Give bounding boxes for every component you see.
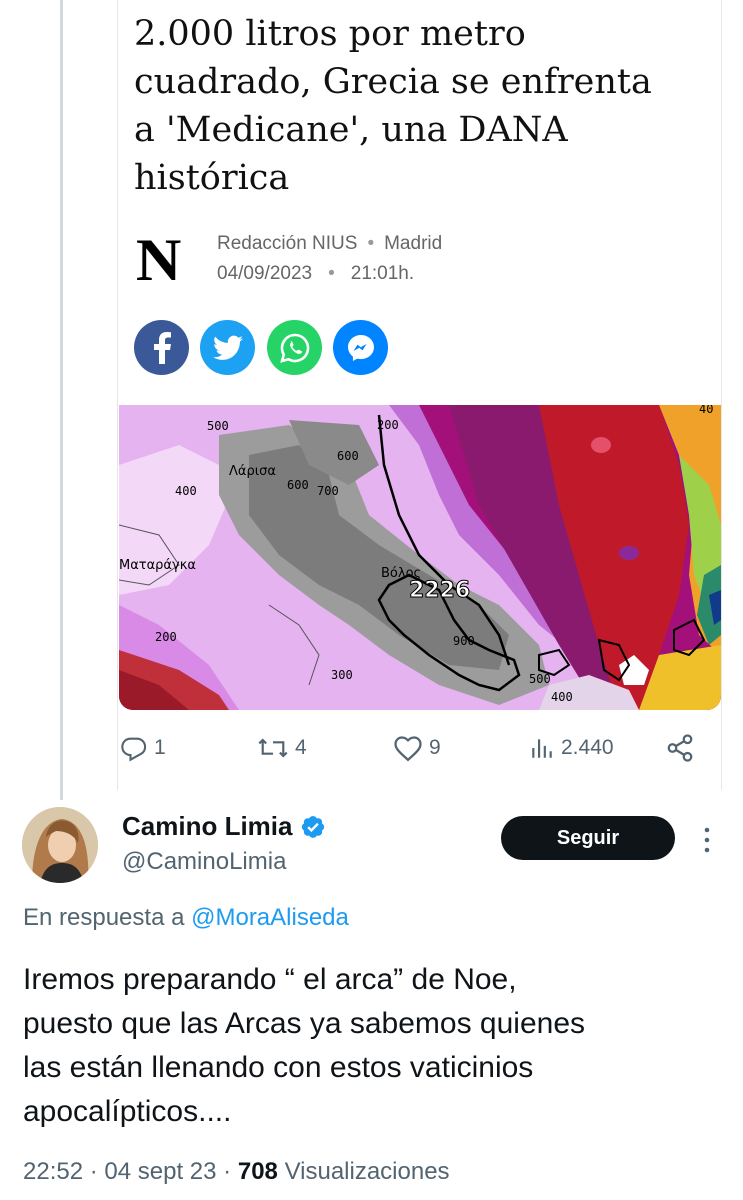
- twitter-icon: [212, 335, 243, 360]
- map-contour-label: 500: [207, 419, 229, 433]
- map-contour-label: 400: [551, 690, 573, 704]
- avatar-photo: [22, 807, 98, 883]
- map-contour-label: 900: [453, 634, 475, 648]
- map-contour-label: 200: [155, 630, 177, 644]
- avatar[interactable]: [22, 807, 98, 883]
- facebook-icon: [153, 331, 171, 364]
- like-action[interactable]: 9: [393, 728, 441, 768]
- source-logo: N: [135, 227, 182, 293]
- tweet-time[interactable]: 22:52: [23, 1158, 83, 1185]
- views-count: 2.440: [561, 736, 614, 759]
- byline-separator: •: [367, 233, 375, 254]
- user-handle[interactable]: @CaminoLimia: [122, 848, 286, 876]
- tweet-date[interactable]: 04 sept 23: [104, 1158, 216, 1185]
- analytics-icon: [532, 739, 552, 758]
- like-count: 9: [429, 736, 441, 759]
- headline-line: cuadrado, Grecia se enfrenta: [134, 62, 652, 102]
- headline-line: 2.000 litros por metro: [134, 14, 526, 54]
- reply-prefix: En respuesta a: [23, 904, 185, 931]
- reply-action[interactable]: 1: [120, 728, 166, 768]
- byline-separator: •: [328, 263, 335, 284]
- messenger-icon: [347, 334, 374, 361]
- retweet-action[interactable]: 4: [257, 728, 307, 768]
- display-name-text: Camino Limia: [122, 811, 293, 841]
- reply-icon: [121, 737, 147, 762]
- byline-time: 21:01h.: [350, 263, 415, 284]
- quoted-tweet-actions: 1 4 9 2.440: [117, 728, 717, 768]
- article-headline[interactable]: 2.000 litros por metro cuadrado, Grecia …: [134, 10, 714, 202]
- byline-date-row: 04/09/2023 • 21:01h.: [217, 263, 414, 285]
- verified-badge-icon: [302, 815, 325, 838]
- whatsapp-icon: [279, 333, 309, 363]
- tweet-text-line: Iremos preparando “ el arca” de Noe,: [23, 963, 517, 996]
- more-vertical-icon: [704, 827, 710, 853]
- tweet-text-line: las están llenando con estos vaticinios: [23, 1051, 534, 1084]
- map-contour-label: 200: [377, 418, 399, 432]
- headline-line: a 'Medicane', una DANA: [134, 110, 568, 150]
- display-name[interactable]: Camino Limia: [122, 811, 326, 842]
- reply-context: En respuesta a @MoraAliseda: [23, 904, 349, 932]
- map-contour-label: 500: [529, 672, 551, 686]
- map-label-mataranga: Ματαράγκα: [119, 558, 196, 573]
- headline-line: histórica: [134, 158, 290, 198]
- tweet-text: Iremos preparando “ el arca” de Noe, pue…: [23, 958, 723, 1134]
- map-contour-label: 600: [287, 478, 309, 492]
- thread-connector-line: [60, 0, 63, 800]
- more-options-button[interactable]: [697, 824, 717, 856]
- tweet-views-label: Visualizaciones: [284, 1158, 450, 1185]
- precipitation-map-image[interactable]: Λάρισα Βόλος Ματαράγκα 2226 500 600 600 …: [119, 405, 721, 710]
- tweet-text-line: puesto que las Arcas ya sabemos quienes: [23, 1007, 586, 1040]
- messenger-share-button[interactable]: [333, 320, 388, 375]
- map-contour-label: 700: [317, 484, 339, 498]
- follow-button[interactable]: Seguir: [501, 816, 675, 860]
- meta-separator: ·: [89, 1158, 98, 1185]
- byline-location: Madrid: [384, 233, 443, 254]
- map-contour-label: 400: [175, 484, 197, 498]
- byline-author: Redacción NIUS: [217, 233, 358, 254]
- tweet-views-count[interactable]: 708: [238, 1158, 278, 1185]
- share-action[interactable]: [665, 728, 695, 768]
- meta-separator: ·: [223, 1158, 232, 1185]
- byline-date: 04/09/2023: [217, 263, 313, 284]
- precipitation-map-svg: Λάρισα Βόλος Ματαράγκα 2226 500 600 600 …: [119, 405, 721, 710]
- map-label-max-value: 2226: [409, 578, 470, 603]
- map-contour-label: 600: [337, 449, 359, 463]
- twitter-share-button[interactable]: [200, 320, 255, 375]
- retweet-icon: [258, 738, 288, 758]
- reply-count: 1: [154, 736, 166, 759]
- share-icon: [667, 734, 693, 762]
- facebook-share-button[interactable]: [134, 320, 189, 375]
- tweet-metadata: 22:52 · 04 sept 23 · 708 Visualizaciones: [23, 1158, 450, 1186]
- tweet-text-line: apocalípticos....: [23, 1095, 232, 1128]
- reply-mention-link[interactable]: @MoraAliseda: [191, 904, 349, 931]
- byline-author-row: Redacción NIUS • Madrid: [217, 233, 442, 255]
- map-contour-label: 40: [699, 405, 713, 416]
- map-contour-label: 300: [331, 668, 353, 682]
- map-label-larisa: Λάρισα: [229, 464, 276, 479]
- whatsapp-share-button[interactable]: [267, 320, 322, 375]
- heart-icon: [394, 736, 422, 762]
- views-action[interactable]: 2.440: [529, 728, 614, 768]
- retweet-count: 4: [295, 736, 307, 759]
